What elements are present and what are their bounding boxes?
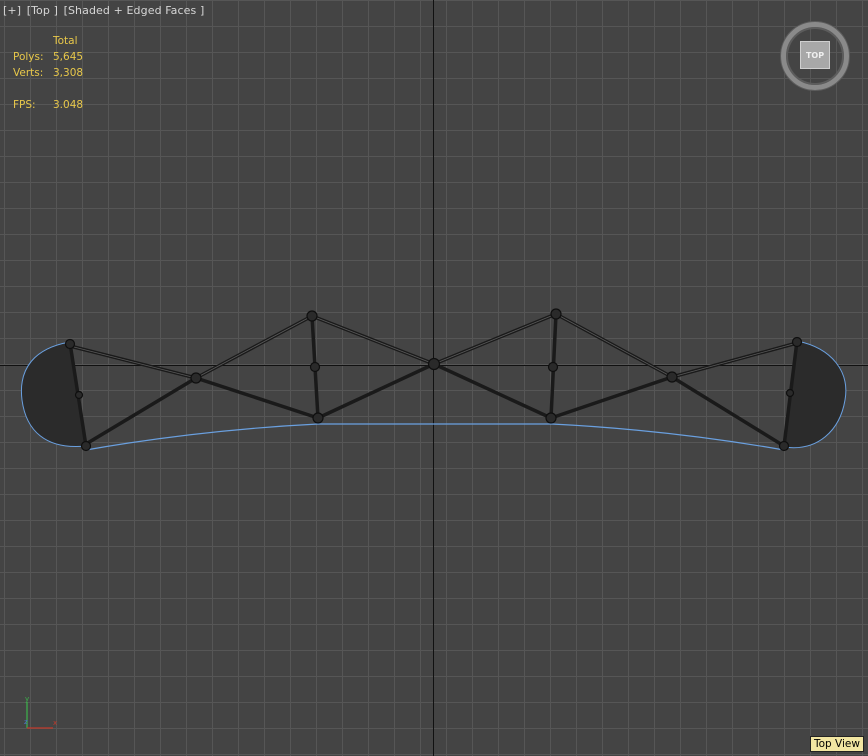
viewport-top[interactable]: [+] [Top ] [Shaded + Edged Faces ] Total… <box>0 0 868 756</box>
fps-label: FPS: <box>13 99 36 111</box>
svg-text:y: y <box>25 695 29 703</box>
stats-header: Total <box>53 35 78 47</box>
viewport-menu-plus[interactable]: [+] <box>3 4 21 17</box>
viewport-name-label: Top View <box>810 736 864 752</box>
axis-tripod-icon: y z x <box>24 695 57 729</box>
selection-curve[interactable] <box>85 423 785 451</box>
viewport-menu-shading[interactable]: [Shaded + Edged Faces ] <box>64 4 205 17</box>
viewport-menu-point-of-view[interactable]: [Top ] <box>27 4 58 17</box>
fps-value: 3.048 <box>53 99 84 111</box>
truss-joints[interactable] <box>64 308 803 452</box>
verts-value: 3,308 <box>53 67 84 79</box>
viewport-label[interactable]: [+] [Top ] [Shaded + Edged Faces ] <box>3 4 206 17</box>
statistics-overlay: Total Polys: 5,645 Verts: 3,308 FPS: 3.0… <box>13 35 133 115</box>
svg-text:x: x <box>53 719 57 727</box>
viewcube-icon[interactable]: TOP <box>779 20 849 90</box>
verts-label: Verts: <box>13 67 44 79</box>
polys-value: 5,645 <box>53 51 84 63</box>
truss-members[interactable] <box>68 312 799 448</box>
viewcube-top-face[interactable]: TOP <box>800 41 830 69</box>
svg-text:z: z <box>24 718 28 726</box>
polys-label: Polys: <box>13 51 44 63</box>
